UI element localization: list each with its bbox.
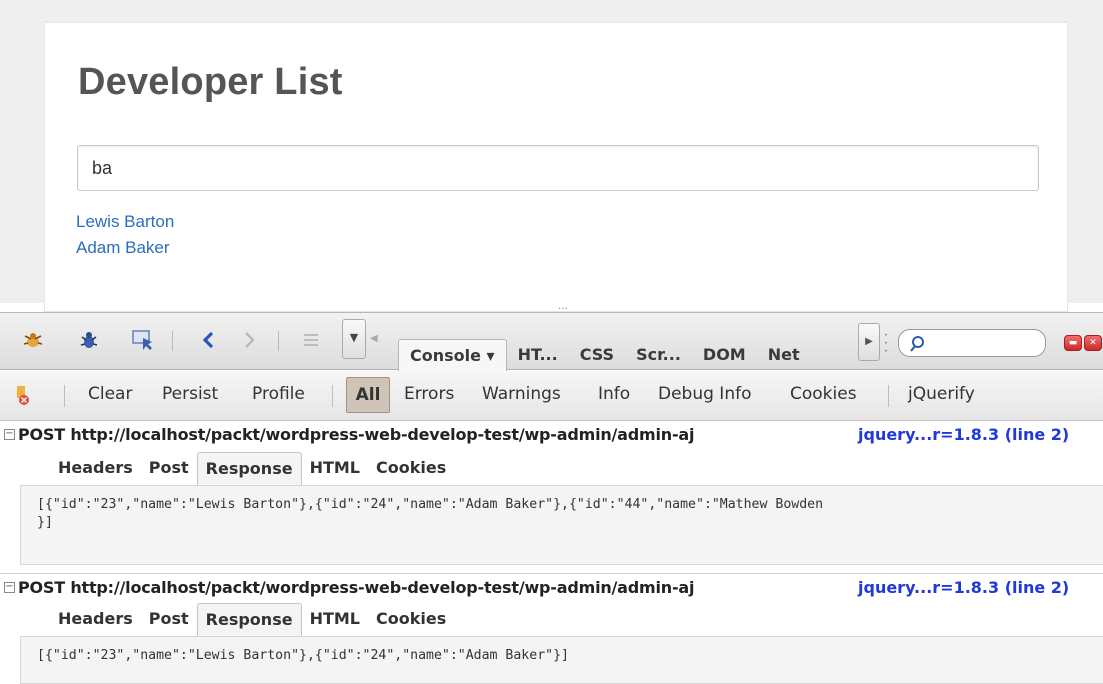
close-icon[interactable]: ✕ — [1084, 335, 1102, 351]
tab-script[interactable]: Scr... — [625, 339, 692, 371]
jquerify-button[interactable]: jQuerify — [908, 384, 975, 404]
content-card: Developer List Lewis Barton Adam Baker — [44, 22, 1068, 312]
web-page: Developer List Lewis Barton Adam Baker — [0, 0, 1103, 312]
forward-icon[interactable] — [236, 327, 262, 353]
response-body: [{"id":"23","name":"Lewis Barton"},{"id"… — [20, 636, 1103, 684]
list-icon[interactable] — [298, 327, 324, 353]
toolbar-separator — [278, 331, 279, 351]
tab-headers[interactable]: Headers — [50, 452, 141, 486]
source-link[interactable]: jquery...r=1.8.3 (line 2) — [854, 425, 1070, 444]
developer-search-input[interactable] — [77, 145, 1039, 191]
collapse-icon[interactable]: − — [4, 429, 15, 440]
page-title: Developer List — [78, 61, 343, 103]
clear-button[interactable]: Clear — [88, 384, 132, 404]
log-entry-header[interactable]: − POST http://localhost/packt/wordpress-… — [0, 575, 1103, 603]
back-icon[interactable] — [196, 327, 222, 353]
toolbar-separator — [64, 385, 65, 407]
console-toolbar: Clear Persist Profile All Errors Warning… — [0, 371, 1103, 421]
persist-button[interactable]: Persist — [162, 384, 218, 404]
tab-post[interactable]: Post — [141, 603, 197, 637]
tab-html[interactable]: HTML — [302, 603, 368, 637]
inspect-element-icon[interactable] — [130, 327, 156, 353]
tab-dom[interactable]: DOM — [692, 339, 757, 371]
filter-all-button[interactable]: All — [346, 377, 390, 413]
firebug-search-input[interactable] — [898, 329, 1046, 357]
tab-console[interactable]: Console ▾ — [398, 339, 507, 371]
autocomplete-results: Lewis Barton Adam Baker — [76, 209, 174, 261]
filter-debug-info-button[interactable]: Debug Info — [658, 384, 751, 404]
request-tabs: Headers Post Response HTML Cookies — [50, 603, 454, 637]
firebug-toolbar: ▼ ◀ Console ▾ HT... CSS Scr... DOM Net ▶… — [0, 312, 1103, 371]
tab-net[interactable]: Net — [757, 339, 801, 371]
tab-headers[interactable]: Headers — [50, 603, 141, 637]
toolbar-separator — [332, 385, 333, 407]
firebug-icon[interactable] — [20, 327, 46, 353]
collapse-icon[interactable]: − — [4, 582, 15, 593]
result-link-adam-baker[interactable]: Adam Baker — [76, 235, 174, 261]
tabs-scroll-right-icon[interactable]: ▶ — [858, 323, 880, 361]
response-body: [{"id":"23","name":"Lewis Barton"},{"id"… — [20, 485, 1103, 565]
clear-console-icon[interactable] — [15, 384, 29, 406]
result-link-lewis-barton[interactable]: Lewis Barton — [76, 209, 174, 235]
filter-errors-button[interactable]: Errors — [404, 384, 454, 404]
network-log-entry: − POST http://localhost/packt/wordpress-… — [0, 422, 1103, 574]
panel-menu-dropdown[interactable]: ▼ — [342, 319, 366, 359]
network-log-entry: − POST http://localhost/packt/wordpress-… — [0, 575, 1103, 684]
tab-response[interactable]: Response — [196, 603, 302, 637]
tab-css[interactable]: CSS — [569, 339, 625, 371]
panel-resize-grip[interactable]: … — [558, 302, 576, 312]
toolbar-separator — [172, 331, 173, 351]
inspect-bug-icon[interactable] — [76, 327, 102, 353]
log-entry-header[interactable]: − POST http://localhost/packt/wordpress-… — [0, 422, 1103, 450]
panel-tabs: Console ▾ HT... CSS Scr... DOM Net — [398, 339, 801, 371]
tab-html[interactable]: HTML — [302, 452, 368, 486]
tab-cookies[interactable]: Cookies — [368, 603, 454, 637]
filter-warnings-button[interactable]: Warnings — [482, 384, 561, 404]
filter-info-button[interactable]: Info — [598, 384, 630, 404]
tab-html[interactable]: HT... — [507, 339, 569, 371]
request-url: POST http://localhost/packt/wordpress-we… — [18, 425, 695, 444]
profile-button[interactable]: Profile — [252, 384, 305, 404]
minimize-icon[interactable]: ▬ — [1064, 335, 1082, 351]
tab-cookies[interactable]: Cookies — [368, 452, 454, 486]
request-url: POST http://localhost/packt/wordpress-we… — [18, 578, 695, 597]
tabs-scroll-left-icon[interactable]: ◀ — [370, 333, 378, 344]
magnifier-icon — [910, 335, 924, 352]
request-tabs: Headers Post Response HTML Cookies — [50, 452, 454, 486]
drag-handle-icon[interactable]: · · · — [884, 329, 890, 357]
tab-post[interactable]: Post — [141, 452, 197, 486]
tab-response[interactable]: Response — [196, 452, 302, 486]
filter-cookies-button[interactable]: Cookies — [790, 384, 857, 404]
source-link[interactable]: jquery...r=1.8.3 (line 2) — [854, 578, 1070, 597]
toolbar-separator — [888, 385, 889, 407]
